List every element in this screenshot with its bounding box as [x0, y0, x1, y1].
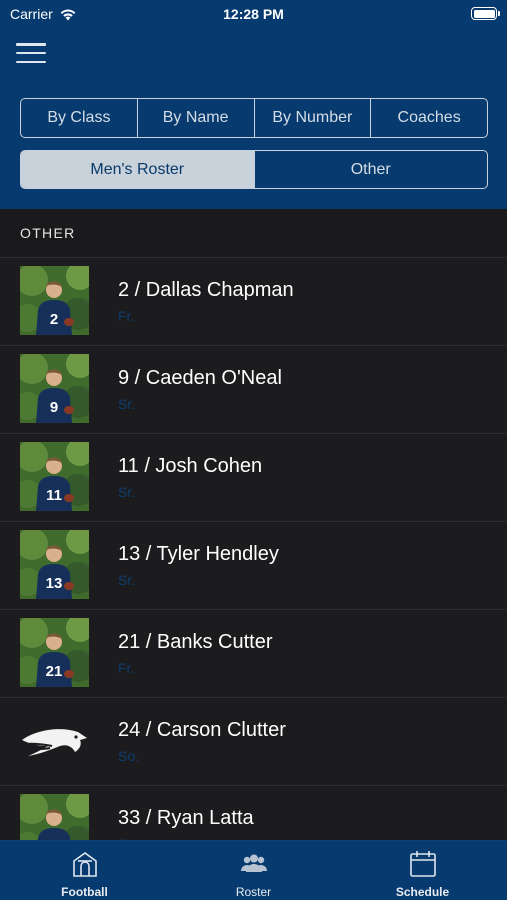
- section-header: OTHER: [0, 209, 507, 257]
- player-row[interactable]: 13 13 / Tyler Hendley Sr.: [0, 521, 507, 609]
- clock: 12:28 PM: [223, 6, 284, 22]
- player-class: So.: [118, 748, 140, 764]
- player-row[interactable]: 3333 / Ryan LattaJr.: [0, 785, 507, 840]
- tab-coaches[interactable]: Coaches: [371, 99, 487, 137]
- player-photo: 9: [20, 354, 89, 423]
- player-row[interactable]: 21 21 / Banks Cutter Fr.: [0, 609, 507, 697]
- player-row[interactable]: 2 2 / Dallas Chapman Fr.: [0, 257, 507, 345]
- football-stadium-icon: [72, 852, 97, 877]
- tab-by-name[interactable]: By Name: [138, 99, 255, 137]
- player-name: 21 / Banks Cutter: [118, 631, 273, 653]
- player-name: 33 / Ryan Latta: [118, 807, 254, 829]
- player-class: Fr.: [118, 660, 135, 676]
- player-name: 11 / Josh Cohen: [118, 455, 263, 477]
- svg-text:11: 11: [46, 487, 62, 504]
- tab-schedule[interactable]: Schedule: [338, 841, 507, 900]
- player-class: Fr.: [118, 308, 135, 324]
- tab-mens-roster[interactable]: Men's Roster: [21, 151, 255, 188]
- status-bar: Carrier 12:28 PM: [0, 0, 507, 28]
- player-photo: 2: [20, 266, 89, 335]
- player-row[interactable]: 24 / Carson Clutter So.: [0, 697, 507, 785]
- calendar-icon: [409, 851, 436, 877]
- people-group-icon: [240, 854, 267, 872]
- app-header: Carrier 12:28 PM By Class By Name By Num…: [0, 0, 507, 209]
- svg-text:2: 2: [50, 311, 58, 328]
- player-class: Sr.: [118, 572, 136, 588]
- player-row[interactable]: 11 11 / Josh Cohen Sr.: [0, 433, 507, 521]
- battery-icon: [471, 7, 500, 20]
- tab-bar: Football Roster Schedule: [0, 840, 507, 900]
- player-row[interactable]: 9 9 / Caeden O'Neal Sr.: [0, 345, 507, 433]
- player-photo: 21: [20, 618, 89, 687]
- roster-segmented-control: Men's Roster Other: [20, 150, 488, 189]
- tab-by-number[interactable]: By Number: [255, 99, 372, 137]
- tab-other[interactable]: Other: [255, 151, 488, 188]
- tab-roster[interactable]: Roster: [169, 841, 338, 900]
- player-class: Sr.: [118, 396, 136, 412]
- tab-by-class[interactable]: By Class: [21, 99, 138, 137]
- player-name: 2 / Dallas Chapman: [118, 279, 294, 301]
- player-name: 13 / Tyler Hendley: [118, 543, 279, 565]
- player-class: Sr.: [118, 484, 136, 500]
- player-list: 2 2 / Dallas Chapman Fr. 9 9 / Caeden O'Neal…: [0, 257, 507, 840]
- tab-football[interactable]: Football: [0, 841, 169, 900]
- player-photo: 13: [20, 530, 89, 599]
- svg-text:21: 21: [46, 663, 63, 680]
- tab-schedule-label: Schedule: [395, 885, 450, 899]
- player-name: 9 / Caeden O'Neal: [118, 367, 282, 389]
- player-photo: 11: [20, 442, 89, 511]
- section-title: OTHER: [20, 225, 76, 241]
- tab-football-label: Football: [61, 885, 108, 899]
- svg-text:13: 13: [46, 575, 63, 592]
- hamburger-menu-icon[interactable]: [16, 43, 46, 63]
- tab-roster-label: Roster: [235, 885, 272, 899]
- filter-segmented-control: By Class By Name By Number Coaches: [20, 98, 488, 138]
- eagle-logo: [20, 706, 89, 775]
- svg-text:9: 9: [50, 399, 58, 416]
- player-photo: 33: [20, 794, 89, 840]
- player-name: 24 / Carson Clutter: [118, 719, 286, 741]
